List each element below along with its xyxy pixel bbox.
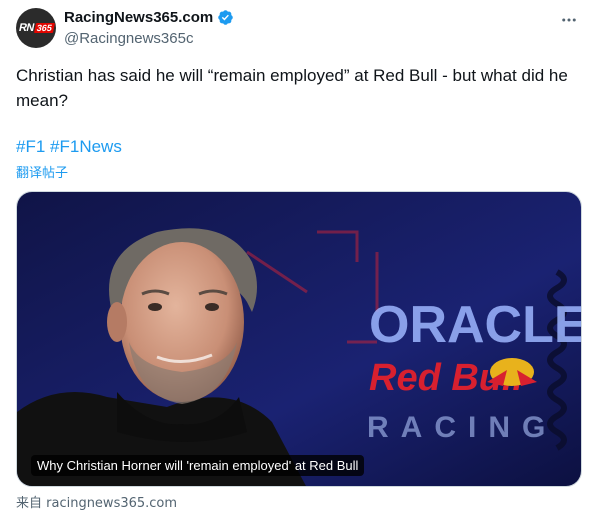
author-display-name[interactable]: RacingNews365.com <box>64 9 213 26</box>
tweet-text: Christian has said he will “remain emplo… <box>16 66 568 110</box>
card-image: ORACLE Red Bull RACING <box>17 192 582 486</box>
link-preview-card[interactable]: ORACLE Red Bull RACING Why Christian Hor… <box>16 191 582 487</box>
avatar-logo-text: RN <box>17 22 35 34</box>
translate-post-link[interactable]: 翻译帖子 <box>16 162 68 181</box>
hashtag-f1news[interactable]: #F1News <box>50 137 122 156</box>
avatar-logo: RN 365 <box>17 22 55 34</box>
more-options-button[interactable] <box>559 10 579 30</box>
card-image-team-text: RACING <box>367 411 557 444</box>
card-title: Why Christian Horner will 'remain employ… <box>31 455 365 476</box>
hashtag-list: #F1 #F1News <box>16 136 122 158</box>
avatar-logo-badge: 365 <box>33 23 55 33</box>
card-source-link[interactable]: 来自 racingnews365.com <box>16 492 177 511</box>
hashtag-f1[interactable]: #F1 <box>16 137 45 156</box>
verified-badge-icon <box>218 10 233 25</box>
card-image-brand-text: ORACLE <box>369 296 582 354</box>
author-name-row: RacingNews365.com <box>64 9 234 26</box>
more-options-icon <box>562 18 576 22</box>
author-handle[interactable]: @Racingnews365c <box>64 30 193 47</box>
avatar[interactable]: RN 365 <box>16 8 56 48</box>
